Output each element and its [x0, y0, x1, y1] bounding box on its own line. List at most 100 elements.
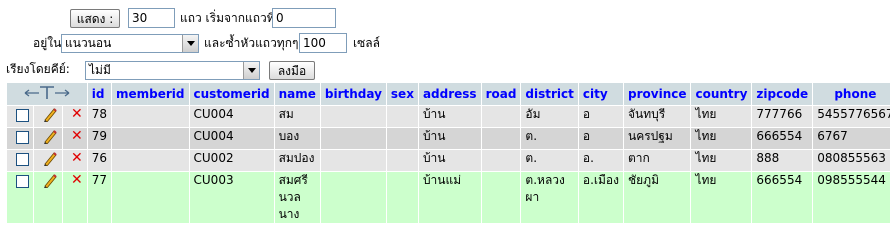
cell-customerid: CU003	[189, 172, 274, 223]
delete-icon[interactable]: ✕	[71, 128, 83, 145]
cell-phone: 6767	[813, 128, 890, 149]
cell-id: 76	[87, 150, 112, 171]
cell-birthday	[320, 172, 386, 223]
cell-sex	[386, 128, 418, 149]
cell-city: อ.เมือง	[578, 172, 623, 223]
cell-name: สมปอง	[274, 150, 320, 171]
cell-road	[481, 150, 521, 171]
row-checkbox[interactable]	[16, 153, 29, 166]
sort-key-select[interactable]: ไม่มี	[85, 61, 260, 80]
column-header-zipcode[interactable]: zipcode	[752, 83, 813, 105]
repeat-headers-input[interactable]: 100	[299, 33, 347, 53]
column-header-customerid[interactable]: customerid	[189, 83, 274, 105]
cell-phone: 5455776567	[813, 106, 890, 127]
cell-sex	[386, 150, 418, 171]
cell-address: บ้าน	[418, 150, 481, 171]
pencil-icon[interactable]	[42, 107, 58, 122]
edit-cell[interactable]	[34, 172, 62, 223]
cell-address: บ้านแม่	[418, 172, 481, 223]
column-header-id[interactable]: id	[87, 83, 112, 105]
column-header-sex[interactable]: sex	[386, 83, 418, 105]
row-checkbox[interactable]	[16, 109, 29, 122]
cell-name: สมศรี นวล นาง	[274, 172, 320, 223]
cell-birthday	[320, 128, 386, 149]
row-select-cell[interactable]	[7, 128, 33, 149]
column-header-memberid[interactable]: memberid	[112, 83, 189, 105]
delete-cell[interactable]: ✕	[63, 128, 87, 149]
row-select-cell[interactable]	[7, 106, 33, 127]
cell-id: 79	[87, 128, 112, 149]
column-arrows-icon[interactable]	[23, 85, 71, 101]
cell-name: บอง	[274, 128, 320, 149]
chevron-down-icon[interactable]	[243, 62, 259, 79]
table-header-row: id memberid customerid name birthday sex…	[7, 83, 890, 105]
cell-zipcode: 666554	[752, 128, 813, 149]
pencil-icon[interactable]	[42, 151, 58, 166]
delete-icon[interactable]: ✕	[71, 150, 83, 167]
rows-count-input[interactable]: 30	[128, 8, 175, 28]
delete-cell[interactable]: ✕	[63, 172, 87, 223]
cell-zipcode: 777766	[752, 106, 813, 127]
edit-cell[interactable]	[34, 106, 62, 127]
cell-customerid: CU004	[189, 106, 274, 127]
cell-zipcode: 666554	[752, 172, 813, 223]
mode-select[interactable]: แนวนอน	[61, 34, 199, 53]
delete-icon[interactable]: ✕	[71, 106, 83, 123]
go-button[interactable]: ลงมือ	[269, 61, 315, 80]
cell-city: อ	[578, 106, 623, 127]
show-button[interactable]: แสดง :	[70, 9, 120, 28]
cell-city: อ	[578, 128, 623, 149]
mode-label: อยู่ใน	[33, 36, 62, 50]
cell-country: ไทย	[691, 106, 752, 127]
pencil-icon[interactable]	[42, 173, 58, 188]
table-row[interactable]: ✕ 78 CU004 สม บ้าน อัมอจันทบุรี ไทย 777766 54557…	[7, 106, 890, 127]
table-row[interactable]: ✕ 77 CU003 สมศรี นวล นาง บ้านแม่ ต.หลวง ผา อ.เมือ…	[7, 172, 890, 223]
cell-address: บ้าน	[418, 106, 481, 127]
table-row[interactable]: ✕ 76 CU002 สมปอง บ้าน ต. อ. ตาก ไทย 888 080855563	[7, 150, 890, 171]
cell-district: อัม	[521, 106, 578, 127]
column-header-address[interactable]: address	[418, 83, 481, 105]
cell-memberid	[112, 128, 189, 149]
cell-road	[481, 172, 521, 223]
pencil-icon[interactable]	[42, 129, 58, 144]
column-resize-control[interactable]	[7, 83, 87, 105]
cell-province: ชัยภูมิ	[624, 172, 691, 223]
cell-id: 78	[87, 106, 112, 127]
cell-phone: 080855563	[813, 150, 890, 171]
column-header-province[interactable]: province	[624, 83, 691, 105]
cell-customerid: CU004	[189, 128, 274, 149]
cell-customerid: CU002	[189, 150, 274, 171]
cell-zipcode: 888	[752, 150, 813, 171]
row-checkbox[interactable]	[16, 175, 29, 188]
cell-memberid	[112, 150, 189, 171]
delete-icon[interactable]: ✕	[71, 172, 83, 189]
column-header-road[interactable]: road	[481, 83, 521, 105]
column-header-phone[interactable]: phone	[813, 83, 890, 105]
cell-country: ไทย	[691, 128, 752, 149]
cell-province: นครปฐม	[624, 128, 691, 149]
column-header-birthday[interactable]: birthday	[320, 83, 386, 105]
column-header-city[interactable]: city	[578, 83, 623, 105]
cell-birthday	[320, 150, 386, 171]
edit-cell[interactable]	[34, 150, 62, 171]
table-row[interactable]: ✕ 79 CU004 บอง บ้าน ต. อนครปฐม ไทย 666554 6767	[7, 128, 890, 149]
cell-country: ไทย	[691, 172, 752, 223]
cell-phone: 098555544	[813, 172, 890, 223]
chevron-down-icon[interactable]	[182, 35, 198, 52]
delete-cell[interactable]: ✕	[63, 150, 87, 171]
row-select-cell[interactable]	[7, 150, 33, 171]
rows-label: แถว เริ่มจากแถวที่	[180, 11, 275, 25]
row-checkbox[interactable]	[16, 131, 29, 144]
results-table: id memberid customerid name birthday sex…	[6, 82, 890, 224]
delete-cell[interactable]: ✕	[63, 106, 87, 127]
edit-cell[interactable]	[34, 128, 62, 149]
cell-district: ต.	[521, 128, 578, 149]
column-header-name[interactable]: name	[274, 83, 320, 105]
cell-road	[481, 106, 521, 127]
start-row-input[interactable]: 0	[272, 8, 336, 28]
row-select-cell[interactable]	[7, 172, 33, 223]
column-header-country[interactable]: country	[691, 83, 752, 105]
column-header-district[interactable]: district	[521, 83, 578, 105]
cells-label: เซลล์	[353, 36, 380, 50]
mode-select-value: แนวนอน	[65, 36, 112, 50]
